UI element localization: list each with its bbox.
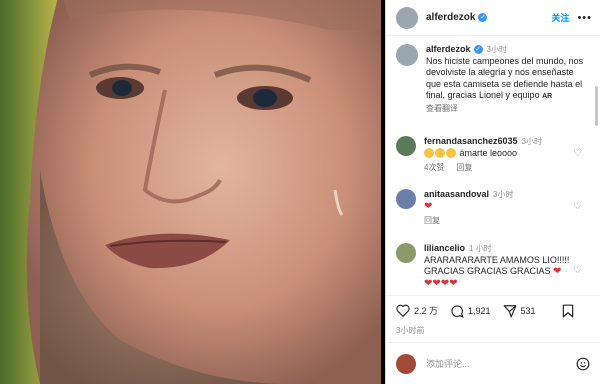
commenter-avatar[interactable] [396, 243, 416, 263]
post-actions-bar: 2.2 万 1,921 531 [386, 295, 600, 325]
commenter-avatar[interactable] [396, 189, 416, 209]
crying-face-emoji-icon [435, 148, 445, 159]
red-heart-emoji-icon: ❤ [449, 277, 458, 289]
comment-button[interactable]: 1,921 [450, 304, 491, 318]
verified-badge-icon: ✓ [478, 13, 488, 22]
share-count: 531 [520, 305, 536, 316]
bookmark-icon [562, 304, 574, 317]
post-photo-image [0, 0, 381, 384]
comment-text: ARARARARARTE AMAMOS LIO!!!!! GRACIAS GRA… [424, 254, 570, 278]
add-comment-bar: 添加评论... [386, 342, 600, 384]
comment-time: 3小时 [493, 190, 514, 199]
comment-like-heart-icon[interactable]: ♡ [573, 265, 582, 276]
see-translation-link[interactable]: 查看翻译 [426, 103, 586, 115]
crying-face-emoji-icon [424, 148, 434, 159]
post-photo[interactable] [0, 0, 381, 384]
comment-bubble-icon [451, 304, 464, 318]
caption-item: alferdezok ✓ 3小时 Nos hiciste campeones del… [396, 44, 586, 114]
comment-count: 1,921 [468, 305, 491, 316]
comment-like-count[interactable]: 4次赞 [424, 163, 444, 172]
comment-time: 3小时 [521, 137, 542, 146]
caption-author-avatar[interactable] [396, 44, 418, 66]
commenter-username[interactable]: anitaasandoval [424, 189, 489, 199]
post-header: alferdezok ✓ 关注 ••• [386, 0, 600, 36]
emoji-picker-icon[interactable] [576, 357, 590, 371]
comment-text: ❤ [424, 201, 586, 213]
caption-suffix: AR [542, 93, 553, 100]
commenter-username[interactable]: liliancelio [424, 243, 465, 253]
caption-time: 3小时 [486, 45, 507, 54]
like-count: 2.2 万 [414, 306, 439, 316]
author-username[interactable]: alferdezok [426, 12, 475, 23]
comment-item: liliancelio 1 小时 ARARARARARTE AMAMOS LIO!… [396, 243, 586, 289]
add-comment-input[interactable]: 添加评论... [426, 357, 470, 370]
reply-button[interactable]: 回复 [424, 216, 440, 225]
verified-badge-icon: ✓ [473, 45, 483, 55]
more-options-icon[interactable]: ••• [577, 12, 592, 24]
share-button[interactable]: 531 [503, 304, 536, 318]
scrollbar-thumb[interactable] [595, 86, 598, 126]
commenter-avatar[interactable] [396, 136, 416, 156]
author-avatar[interactable] [396, 6, 418, 29]
instagram-post-viewer: alferdezok ✓ 关注 ••• alferdezok ✓ 3小时 Nos h… [0, 0, 600, 384]
current-user-avatar [396, 353, 416, 374]
red-heart-emoji-icon: ❤ [432, 277, 441, 289]
comment-time: 1 小时 [469, 244, 492, 253]
reply-button[interactable]: 回复 [456, 163, 472, 172]
heart-icon [396, 304, 410, 317]
comments-scroll-area[interactable]: alferdezok ✓ 3小时 Nos hiciste campeones del… [386, 36, 600, 295]
caption-text: Nos hiciste campeones del mundo, nos dev… [426, 55, 584, 101]
post-side-panel: alferdezok ✓ 关注 ••• alferdezok ✓ 3小时 Nos h… [385, 0, 600, 384]
red-heart-emoji-icon: ❤ [440, 277, 450, 289]
comment-like-heart-icon[interactable]: ♡ [573, 148, 582, 159]
red-heart-emoji-icon: ❤ [424, 200, 433, 212]
comment-like-heart-icon[interactable]: ♡ [573, 201, 582, 212]
comment-item: anitaasandoval 3小时 ❤ 回复 ♡ [396, 189, 586, 227]
like-button[interactable]: 2.2 万 [396, 304, 438, 317]
send-icon [503, 304, 516, 317]
crying-face-emoji-icon [446, 148, 456, 159]
follow-button[interactable]: 关注 [551, 11, 569, 24]
caption-username[interactable]: alferdezok [426, 44, 471, 54]
comment-text: ámarte leoooo [424, 148, 586, 160]
comment-item: fernandasanchez6035 3小时 ámarte leoooo 4次赞… [396, 136, 586, 174]
save-button[interactable] [562, 304, 578, 318]
post-timestamp: 3小时前 [396, 326, 425, 335]
red-heart-emoji-icon: ❤ [553, 266, 562, 277]
commenter-username[interactable]: fernandasanchez6035 [424, 136, 518, 146]
